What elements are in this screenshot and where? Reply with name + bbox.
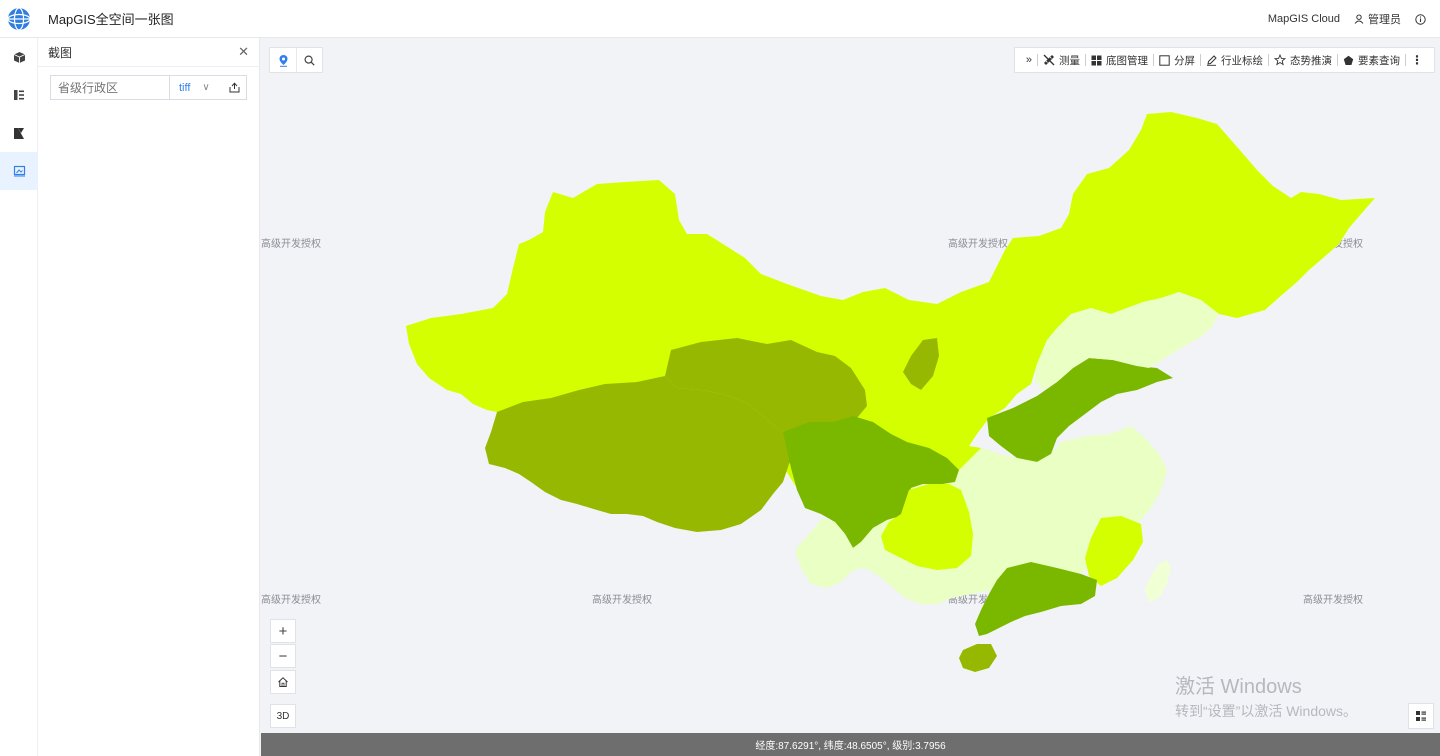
clip-row: tiff ∨ [50,75,247,100]
home-button[interactable] [270,670,296,694]
grid-icon [1091,55,1102,65]
toolbar-plotting[interactable]: 行业标绘 [1201,47,1268,73]
cube-icon [13,51,25,63]
screenshot-panel: 截图 ✕ tiff ∨ [38,38,260,756]
format-select[interactable]: tiff ∨ [170,76,222,99]
pentagon-icon [1343,55,1354,65]
toggle-3d-label: 3D [276,710,290,722]
export-button[interactable] [222,76,246,99]
user-menu[interactable]: 管理员 [1354,11,1401,27]
zoom-in-button[interactable]: + [270,619,296,643]
cloud-label: MapGIS Cloud [1267,13,1340,25]
export-icon [229,82,239,93]
province-taiwan[interactable] [1145,560,1171,602]
panel-header: 截图 ✕ [38,38,259,67]
toolbar-split-screen[interactable]: 分屏 [1154,47,1200,73]
toolbar-basemap[interactable]: 底图管理 [1086,47,1153,73]
zoom-out-button[interactable]: − [270,644,296,668]
legend-list-icon [1416,711,1426,721]
more-vertical-icon: ⋮ [1411,53,1423,67]
info-button[interactable] [1415,13,1426,25]
chevron-down-icon: ∨ [202,82,210,93]
map-tools-left [269,47,323,73]
collapse-toolbar-button[interactable]: » [1021,47,1037,73]
info-icon [1415,13,1426,25]
search-icon [304,54,315,66]
activation-subtitle: 转到“设置”以激活 Windows。 [1175,703,1358,719]
globe-logo-icon[interactable] [6,6,32,32]
plus-icon: + [278,622,288,640]
double-chevron-right-icon: » [1025,54,1032,66]
toggle-3d-button[interactable]: 3D [270,704,296,728]
app-header: MapGIS全空间一张图 MapGIS Cloud 管理员 [0,0,1440,38]
toolbar-measure[interactable]: 测量 [1038,47,1085,73]
toolbar-plotting-label: 行业标绘 [1221,54,1263,67]
map-view[interactable]: 高级开发授权 高级开发授权 高级开发授权 高级开发授权 高级开发授权 高级开发授… [261,38,1440,733]
rail-item-thematic[interactable] [0,114,38,152]
locate-button[interactable] [270,48,296,72]
user-icon [1354,14,1364,24]
close-icon[interactable]: ✕ [238,44,249,60]
rail-item-screenshot[interactable] [0,152,38,190]
star-icon [1274,54,1286,66]
ruler-icon [1043,54,1055,66]
rail-item-layers[interactable] [0,76,38,114]
search-button[interactable] [296,48,322,72]
toolbar-split-label: 分屏 [1174,54,1195,67]
toolbar-measure-label: 测量 [1059,54,1080,67]
toolbar-feature-query[interactable]: 要素查询 [1338,47,1405,73]
legend-button[interactable] [1408,703,1434,729]
screenshot-icon [13,165,25,177]
coordinate-readout: 经度:87.6291°, 纬度:48.6505°, 级别:3.7956 [755,741,946,752]
home-icon [278,677,288,687]
format-value: tiff [179,81,191,94]
user-label: 管理员 [1368,14,1401,26]
kanban-icon [14,127,24,139]
left-rail [0,38,38,756]
clip-region-input[interactable] [51,76,170,99]
province-hainan[interactable] [959,644,997,672]
panel-title: 截图 [48,45,73,60]
cloud-link[interactable]: MapGIS Cloud [1268,13,1340,25]
location-pin-icon [279,54,287,67]
toolbar-more-button[interactable]: ⋮ [1406,47,1428,73]
minus-icon: − [278,647,288,665]
coordinate-status-bar: 经度:87.6291°, 纬度:48.6505°, 级别:3.7956 [261,733,1440,756]
app-title: MapGIS全空间一张图 [48,12,174,27]
pen-icon [1207,54,1217,66]
split-screen-icon [1159,54,1170,66]
toolbar-situation-label: 态势推演 [1290,54,1332,67]
header-actions: MapGIS Cloud 管理员 [1254,0,1426,38]
rail-item-3d-model[interactable] [0,38,38,76]
toolbar-basemap-label: 底图管理 [1106,54,1148,67]
activation-title: 激活 Windows [1175,676,1302,698]
map-toolbar: » 测量 底图管理 分屏 行业标绘 态势推演 要素查询 ⋮ [1013,47,1435,73]
toolbar-query-label: 要素查询 [1358,54,1400,67]
layers-list-icon [14,90,24,100]
toolbar-situation[interactable]: 态势推演 [1269,47,1337,73]
windows-activation-notice: 激活 Windows 转到“设置”以激活 Windows。 [1175,670,1357,721]
china-choropleth [406,112,1375,672]
